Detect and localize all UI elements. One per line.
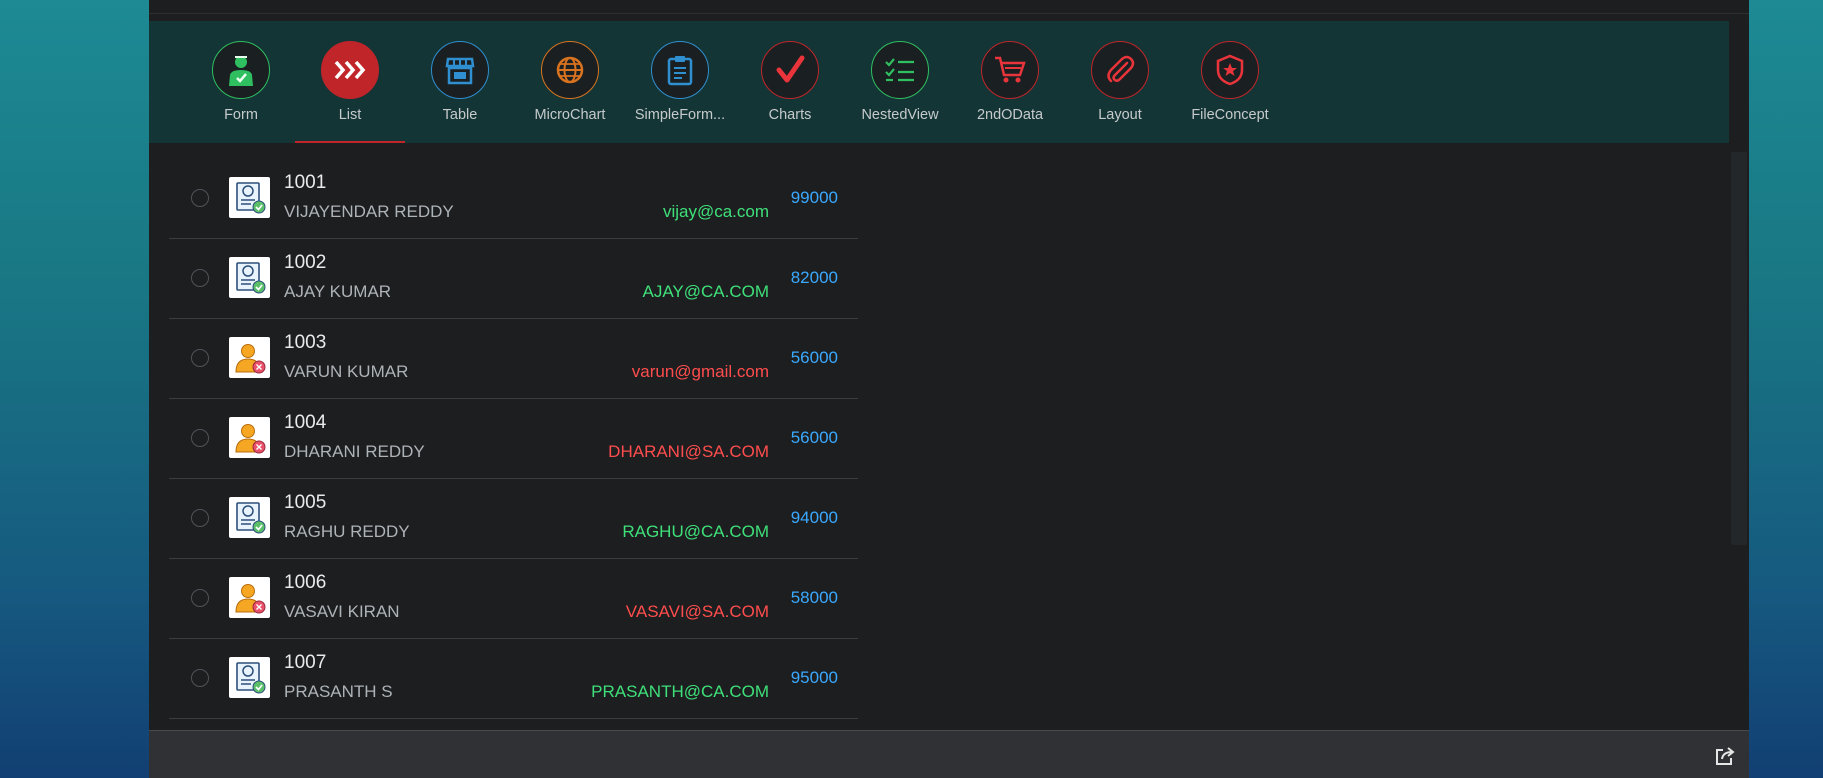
person-icon — [234, 583, 265, 613]
avatar — [229, 577, 270, 618]
list-item[interactable]: 1001 VIJAYENDAR REDDY vijay@ca.com 99000 — [169, 159, 858, 239]
tab-fileconcept[interactable]: FileConcept — [1175, 41, 1285, 145]
item-email: varun@gmail.com — [631, 362, 769, 381]
item-name: PRASANTH S — [284, 682, 393, 701]
person-icon — [234, 343, 265, 373]
person-icon — [234, 423, 265, 453]
avatar — [229, 657, 270, 698]
tab-label: Table — [442, 107, 478, 123]
tab-label: Form — [224, 107, 258, 123]
item-email: DHARANI@SA.COM — [608, 442, 769, 461]
item-email: AJAY@CA.COM — [642, 282, 769, 301]
item-name: VASAVI KIRAN — [284, 602, 400, 621]
tab-label: List — [338, 107, 362, 123]
item-email: PRASANTH@CA.COM — [591, 682, 769, 701]
tab-form[interactable]: Form — [186, 41, 296, 145]
certificate-icon — [235, 261, 265, 293]
item-id: 1003 — [284, 332, 327, 353]
checkmark-icon — [776, 55, 805, 83]
tab-label: SimpleForm... — [634, 107, 726, 123]
globe-icon — [556, 56, 584, 84]
item-name: DHARANI REDDY — [284, 442, 425, 461]
icon-tab-bar: Form List Table MicroChart SimpleForm...… — [149, 21, 1729, 145]
item-name: RAGHU REDDY — [284, 522, 410, 541]
avatar — [229, 337, 270, 378]
tab-simpleform[interactable]: SimpleForm... — [625, 41, 735, 145]
tab-label: 2ndOData — [976, 107, 1044, 123]
tab-label: MicroChart — [534, 107, 606, 123]
item-email: vijay@ca.com — [662, 202, 769, 221]
item-name: VARUN KUMAR — [284, 362, 409, 381]
item-amount: 56000 — [790, 428, 838, 447]
item-id: 1004 — [284, 412, 327, 433]
tab-list[interactable]: List — [295, 41, 405, 145]
radio-button[interactable] — [191, 589, 209, 607]
item-amount: 56000 — [790, 348, 838, 367]
tab-table[interactable]: Table — [405, 41, 515, 145]
item-name: AJAY KUMAR — [284, 282, 392, 301]
top-bar — [149, 0, 1749, 14]
tab-label: Charts — [768, 107, 812, 123]
avatar — [229, 257, 270, 298]
item-id: 1006 — [284, 572, 327, 593]
radio-button[interactable] — [191, 349, 209, 367]
certificate-icon — [235, 661, 265, 693]
list-item[interactable]: 1002 AJAY KUMAR AJAY@CA.COM 82000 — [169, 239, 858, 319]
tab-2ndodata[interactable]: 2ndOData — [955, 41, 1065, 145]
tab-label: NestedView — [861, 107, 939, 123]
footer-toolbar — [149, 730, 1749, 778]
avatar — [229, 497, 270, 538]
item-amount: 94000 — [790, 508, 838, 527]
paperclip-icon — [1107, 55, 1135, 83]
certificate-icon — [235, 181, 265, 213]
tab-label: Layout — [1098, 107, 1142, 123]
share-icon[interactable] — [1714, 745, 1736, 767]
list-item[interactable]: 1006 VASAVI KIRAN VASAVI@SA.COM 58000 — [169, 559, 858, 639]
cart-icon — [995, 56, 1026, 83]
item-amount: 95000 — [790, 668, 838, 687]
avatar — [229, 417, 270, 458]
item-id: 1007 — [284, 652, 327, 673]
radio-button[interactable] — [191, 669, 209, 687]
tab-layout[interactable]: Layout — [1065, 41, 1175, 145]
item-id: 1001 — [284, 172, 327, 193]
tab-charts[interactable]: Charts — [735, 41, 845, 145]
employee-list: 1001 VIJAYENDAR REDDY vijay@ca.com 99000… — [169, 159, 858, 719]
item-amount: 99000 — [790, 188, 838, 207]
scrollbar-thumb[interactable] — [1731, 152, 1747, 545]
item-amount: 58000 — [790, 588, 838, 607]
item-amount: 82000 — [790, 268, 838, 287]
list-item[interactable]: 1007 PRASANTH S PRASANTH@CA.COM 95000 — [169, 639, 858, 719]
radio-button[interactable] — [191, 269, 209, 287]
tab-nestedview[interactable]: NestedView — [845, 41, 955, 145]
list-content: 1001 VIJAYENDAR REDDY vijay@ca.com 99000… — [149, 143, 1729, 730]
chevrons-right-icon — [334, 60, 366, 80]
store-icon — [445, 57, 475, 85]
tab-microchart[interactable]: MicroChart — [515, 41, 625, 145]
item-id: 1002 — [284, 252, 327, 273]
app-shell: Form List Table MicroChart SimpleForm...… — [149, 0, 1749, 778]
list-item[interactable]: 1003 VARUN KUMAR varun@gmail.com 56000 — [169, 319, 858, 399]
badge-icon — [1216, 54, 1244, 86]
clipboard-icon — [667, 56, 693, 86]
radio-button[interactable] — [191, 189, 209, 207]
avatar — [229, 177, 270, 218]
certificate-icon — [235, 501, 265, 533]
list-item[interactable]: 1004 DHARANI REDDY DHARANI@SA.COM 56000 — [169, 399, 858, 479]
radio-button[interactable] — [191, 429, 209, 447]
item-email: VASAVI@SA.COM — [625, 602, 769, 621]
checklist-icon — [885, 58, 914, 82]
list-item[interactable]: 1005 RAGHU REDDY RAGHU@CA.COM 94000 — [169, 479, 858, 559]
item-name: VIJAYENDAR REDDY — [284, 202, 454, 221]
item-email: RAGHU@CA.COM — [622, 522, 769, 541]
user-check-icon — [229, 56, 253, 86]
item-id: 1005 — [284, 492, 327, 513]
tab-label: FileConcept — [1191, 107, 1269, 123]
radio-button[interactable] — [191, 509, 209, 527]
